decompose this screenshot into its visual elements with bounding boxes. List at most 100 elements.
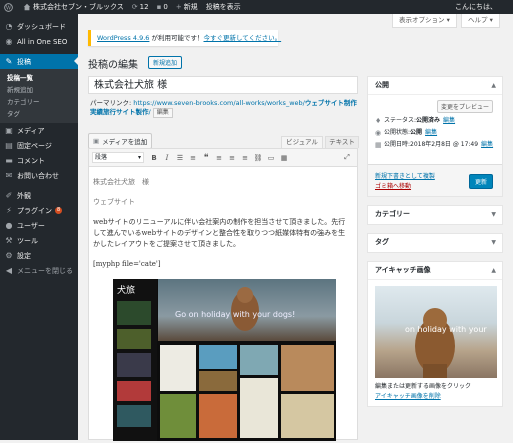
menu-comments-label: コメント [17, 156, 45, 165]
align-center-icon[interactable]: ≡ [226, 152, 238, 164]
menu-posts[interactable]: ✎ 投稿 [0, 54, 78, 69]
screen-options-button[interactable]: 表示オプション ▾ [392, 14, 457, 28]
read-more-icon[interactable]: ▭ [265, 152, 277, 164]
seo-icon: ◉ [5, 37, 13, 46]
menu-aioseo-label: All in One SEO [17, 37, 68, 46]
posts-submenu: 投稿一覧 新規追加 カテゴリー タグ [0, 69, 78, 123]
status-edit-link[interactable]: 編集 [443, 115, 455, 127]
chevron-down-icon[interactable]: ▼ [491, 234, 496, 251]
updates-link[interactable]: ⟳ 12 [128, 0, 153, 14]
menu-media[interactable]: ▣ メディア [0, 123, 78, 138]
menu-dashboard-label: ダッシュボード [17, 22, 66, 31]
greeting: こんにちは、 [455, 3, 497, 11]
menu-plugins[interactable]: ⚡ プラグイン 8 [0, 203, 78, 218]
view-post-link[interactable]: 投稿を表示 [202, 0, 245, 14]
update-button[interactable]: 更新 [468, 174, 493, 189]
preview-changes-button[interactable]: 変更をプレビュー [436, 100, 493, 113]
menu-media-label: メディア [17, 126, 45, 135]
menu-settings[interactable]: ⚙ 設定 [0, 248, 78, 263]
visibility-edit-link[interactable]: 編集 [425, 127, 437, 139]
users-icon: ● [5, 221, 13, 230]
menu-users[interactable]: ● ユーザー [0, 218, 78, 233]
chevron-down-icon[interactable]: ▼ [491, 206, 496, 223]
italic-icon[interactable]: I [161, 152, 173, 164]
menu-collapse[interactable]: ◀ メニューを閉じる [0, 263, 78, 278]
publish-box-header[interactable]: 公開 ▲ [368, 77, 502, 95]
menu-aioseo[interactable]: ◉ All in One SEO [0, 34, 78, 49]
tab-text[interactable]: テキスト [325, 136, 359, 148]
submenu-categories[interactable]: カテゴリー [0, 96, 78, 108]
menu-pages-label: 固定ページ [17, 141, 52, 150]
menu-tools[interactable]: ⚒ ツール [0, 233, 78, 248]
date-edit-link[interactable]: 編集 [481, 139, 493, 151]
menu-posts-label: 投稿 [17, 57, 31, 66]
wrench-icon: ⚒ [5, 236, 13, 245]
menu-settings-label: 設定 [17, 251, 31, 260]
visibility-label: 公開状態: [384, 129, 411, 136]
wordpress-version-link[interactable]: WordPress 4.9.6 [97, 34, 149, 42]
fullscreen-icon[interactable]: ⤢ [341, 152, 353, 164]
featured-image-thumbnail[interactable]: on holiday with your [375, 286, 497, 378]
comments-link[interactable]: ▪ 0 [153, 0, 172, 14]
menu-dashboard[interactable]: ◔ ダッシュボード [0, 19, 78, 34]
category-box: カテゴリー ▼ [367, 205, 503, 225]
eye-icon: ◉ [375, 129, 382, 137]
svg-text:犬旅: 犬旅 [117, 284, 135, 296]
home-icon [23, 3, 31, 11]
settings-icon: ⚙ [5, 251, 13, 260]
submenu-add-new[interactable]: 新規追加 [0, 84, 78, 96]
category-box-header[interactable]: カテゴリー ▼ [368, 206, 502, 224]
post-title-input[interactable]: 株式会社犬旅 様 [88, 76, 358, 94]
new-label: 新規 [183, 3, 198, 11]
menu-appearance[interactable]: ✐ 外観 [0, 188, 78, 203]
update-now-link[interactable]: 今すぐ更新してください。 [204, 34, 282, 42]
menu-contact[interactable]: ✉ お問い合わせ [0, 168, 78, 183]
submenu-all-posts[interactable]: 投稿一覧 [0, 72, 78, 84]
copy-to-draft-link[interactable]: 新規下書きとして複製 [375, 171, 435, 180]
status-label: ステータス: [384, 117, 417, 124]
menu-users-label: ユーザー [17, 221, 45, 230]
toolbar-toggle-icon[interactable]: ▦ [278, 152, 290, 164]
tag-title: タグ [375, 238, 389, 246]
link-icon[interactable]: ⛓ [252, 152, 264, 164]
chevron-up-icon[interactable]: ▲ [491, 77, 496, 94]
tab-visual[interactable]: ビジュアル [281, 136, 323, 148]
tag-box-header[interactable]: タグ ▼ [368, 234, 502, 252]
align-left-icon[interactable]: ≡ [213, 152, 225, 164]
featured-image-footer: 編集または更新する画像をクリック アイキャッチ画像を削除 [368, 378, 502, 406]
website-screenshot-image: Go on holiday with your dogs! 犬旅 [113, 279, 336, 441]
content-website-screenshot[interactable]: Go on holiday with your dogs! 犬旅 [113, 279, 336, 441]
page-icon: ▤ [5, 141, 13, 150]
plugins-update-badge: 8 [55, 207, 63, 214]
plus-icon: + [175, 3, 182, 11]
site-name-link[interactable]: 株式会社セブン・ブルックス [19, 0, 128, 14]
move-to-trash-link[interactable]: ゴミ箱へ移動 [375, 181, 411, 190]
add-media-button[interactable]: ▣ メディアを追加 [88, 133, 153, 149]
my-account-link[interactable]: こんにちは、 [451, 0, 513, 14]
bold-icon[interactable]: B [148, 152, 160, 164]
hero-tagline: Go on holiday with your dogs! [175, 310, 295, 319]
editor-content[interactable]: 株式会社犬旅 様 ウェブサイト webサイトのリニューアルに伴い会社案内の制作を… [89, 167, 357, 270]
content-paragraph: webサイトのリニューアルに伴い会社案内の制作を担当させて頂きました。先行して進… [93, 218, 346, 248]
featured-image-header[interactable]: アイキャッチ画像 ▲ [368, 262, 502, 280]
editor-toolbar: 段落 B I ☰ ≡ ❝ ≡ ≡ ≡ ⛓ ▭ ▦ ⤢ [89, 149, 357, 167]
media-icon: ▣ [93, 137, 100, 145]
permalink-edit-button[interactable]: 編集 [152, 108, 173, 118]
wp-logo-menu[interactable]: W [0, 0, 19, 14]
align-right-icon[interactable]: ≡ [239, 152, 251, 164]
submenu-tags[interactable]: タグ [0, 108, 78, 120]
featured-image-box: アイキャッチ画像 ▲ on holiday with your 編集または更新する… [367, 261, 503, 407]
numbered-list-icon[interactable]: ≡ [187, 152, 199, 164]
chevron-up-icon[interactable]: ▲ [491, 262, 496, 279]
dog-photo-image: on holiday with your [405, 308, 487, 378]
format-select[interactable]: 段落 [92, 152, 144, 163]
add-new-button[interactable]: 新規追加 [148, 56, 183, 69]
bullet-list-icon[interactable]: ☰ [174, 152, 186, 164]
blockquote-icon[interactable]: ❝ [200, 152, 212, 164]
permalink-trailing: / [148, 108, 151, 116]
menu-comments[interactable]: ▬ コメント [0, 153, 78, 168]
menu-pages[interactable]: ▤ 固定ページ [0, 138, 78, 153]
new-content-link[interactable]: + 新規 [172, 0, 202, 14]
help-button[interactable]: ヘルプ ▾ [461, 14, 500, 28]
remove-featured-image-link[interactable]: アイキャッチ画像を削除 [375, 393, 441, 400]
